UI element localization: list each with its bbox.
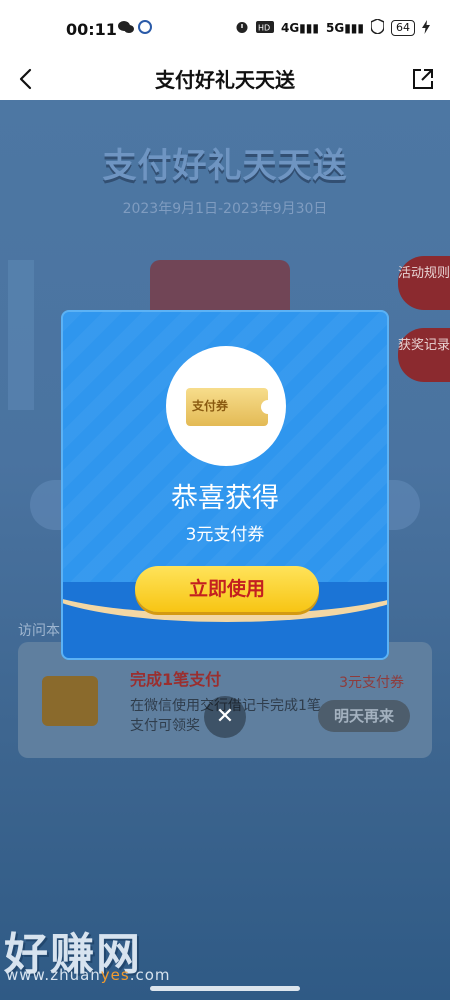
- app-icon: [138, 20, 153, 38]
- coupon-circle: 支付券: [166, 346, 286, 466]
- share-button[interactable]: [406, 62, 440, 96]
- home-indicator[interactable]: [150, 986, 300, 991]
- come-back-tomorrow-button[interactable]: 明天再来: [318, 700, 410, 732]
- charging-icon: [422, 19, 430, 37]
- hd-icon: HD: [255, 20, 274, 36]
- wechat-icon: [118, 21, 138, 38]
- signal-5g-icon: 5G▮▮▮: [325, 21, 364, 35]
- use-now-button[interactable]: 立即使用: [135, 566, 319, 612]
- payment-task-icon: [42, 676, 98, 726]
- shield-icon: [370, 18, 385, 37]
- svg-text:HD: HD: [258, 23, 270, 32]
- coupon-notch: [261, 400, 275, 414]
- watermark-url: www.zhuanyes.com: [6, 966, 171, 984]
- status-left-icons: [118, 20, 153, 38]
- building-illustration: [8, 260, 34, 410]
- status-bar: 00:11 HD 4G▮▮▮ 5G▮▮▮ 64: [0, 0, 450, 58]
- status-time: 00:11: [66, 20, 117, 39]
- task-title: 完成1笔支付: [130, 670, 222, 689]
- signal-4g-icon: 4G▮▮▮: [280, 21, 319, 35]
- coupon-label: 支付券: [192, 399, 229, 413]
- page-title: 支付好礼天天送: [155, 68, 295, 92]
- alarm-icon: [235, 20, 249, 37]
- banner-title: 支付好礼天天送: [102, 146, 348, 186]
- task-reward: 3元支付券: [339, 675, 404, 691]
- close-icon: ✕: [215, 704, 235, 729]
- battery-indicator: 64: [391, 20, 415, 36]
- activity-date-range: 2023年9月1日-2023年9月30日: [122, 201, 328, 217]
- visit-text: 访问本: [18, 623, 60, 639]
- reward-modal: 支付券 恭喜获得 3元支付券 立即使用: [61, 310, 389, 660]
- coupon-ticket-icon: 支付券: [186, 388, 275, 426]
- share-icon: [413, 69, 433, 89]
- close-modal-button[interactable]: ✕: [204, 696, 246, 738]
- prize-records-button[interactable]: 获奖记录: [398, 328, 450, 382]
- modal-heading: 恭喜获得: [171, 483, 279, 514]
- nav-bar: 支付好礼天天送: [0, 58, 450, 100]
- status-right-icons: HD 4G▮▮▮ 5G▮▮▮ 64: [235, 18, 430, 37]
- activity-rules-button[interactable]: 活动规则: [398, 256, 450, 310]
